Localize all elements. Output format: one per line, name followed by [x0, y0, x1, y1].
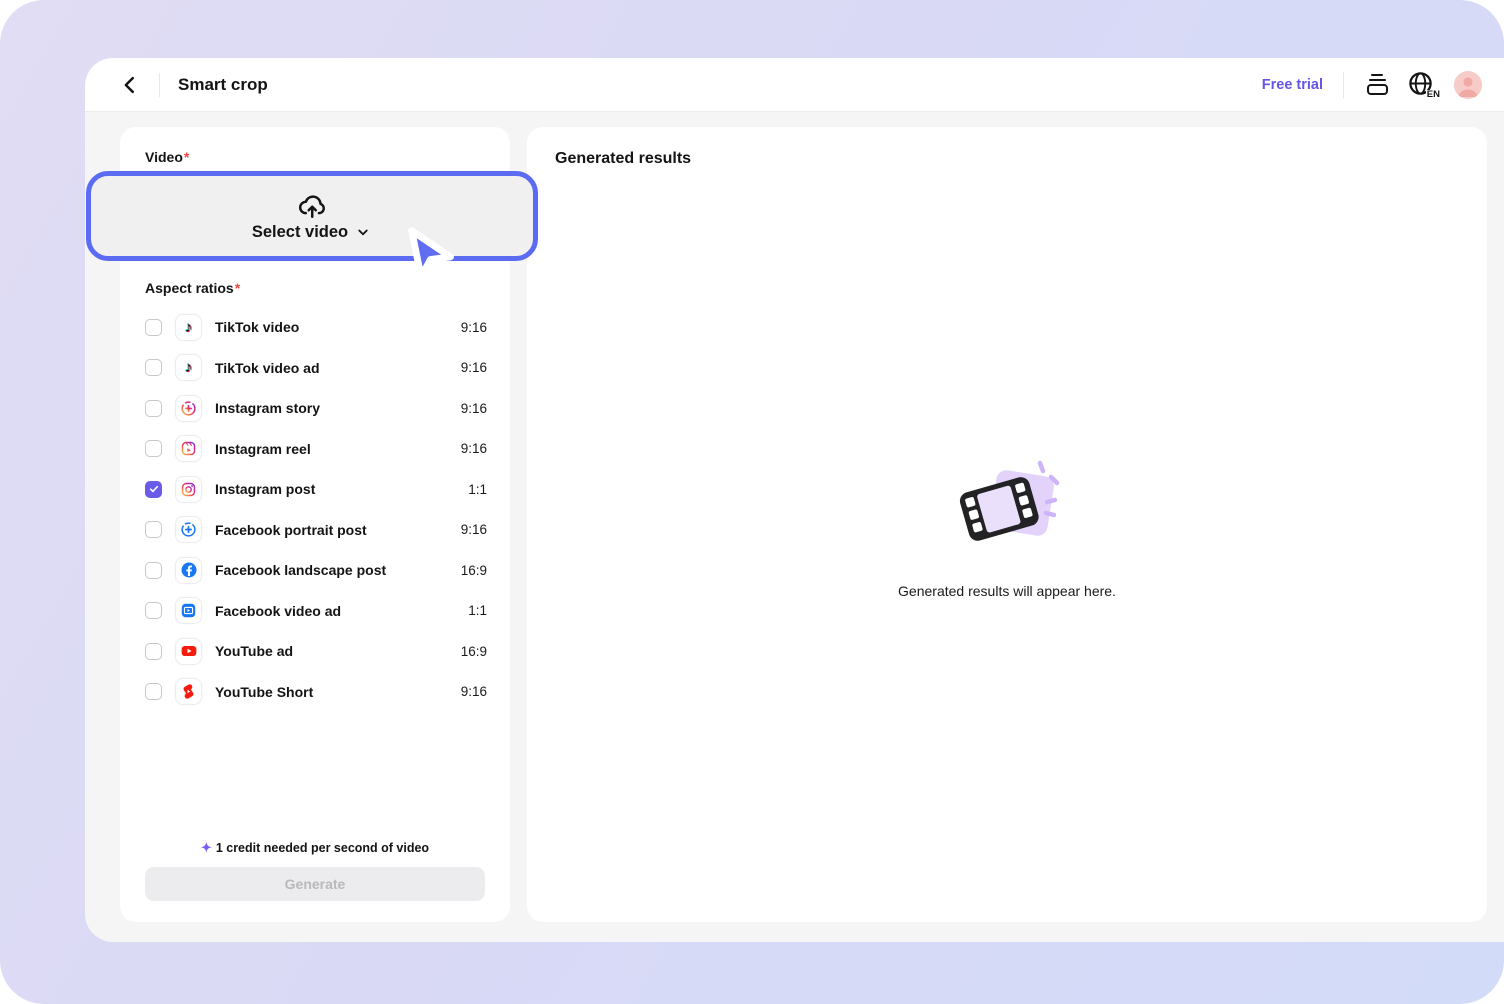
results-panel: Generated results Generated results will…	[527, 127, 1487, 922]
empty-state-text: Generated results will appear here.	[898, 583, 1116, 599]
aspect-ratio-row[interactable]: Instagram reel 9:16	[120, 429, 510, 470]
film-strip-illustration	[959, 460, 1060, 541]
language-selector[interactable]: EN	[1407, 70, 1440, 100]
cloud-upload-icon	[299, 194, 325, 218]
app-window: Smart crop Free trial EN Video* Aspect r…	[85, 58, 1504, 942]
select-video-label: Select video	[251, 222, 349, 241]
checkbox[interactable]	[145, 642, 162, 660]
language-code: EN	[1425, 89, 1440, 100]
avatar[interactable]	[1454, 70, 1482, 99]
results-title: Generated results	[555, 150, 692, 167]
facebook-portrait-icon	[175, 516, 202, 544]
youtube-shorts-icon	[175, 678, 202, 706]
header-divider	[159, 72, 160, 97]
facebook-icon	[175, 556, 202, 584]
aspect-ratio-row[interactable]: Instagram post 1:1	[120, 469, 510, 510]
required-asterisk: *	[234, 280, 241, 296]
youtube-icon	[175, 637, 202, 665]
instagram-story-icon	[175, 394, 202, 422]
sparkle-icon: ✦	[200, 840, 212, 855]
instagram-post-icon	[175, 475, 202, 503]
tiktok-icon: ♪	[175, 354, 202, 382]
checkbox[interactable]	[145, 683, 162, 701]
aspect-ratio-row[interactable]: Facebook landscape post 16:9	[120, 550, 510, 591]
instagram-reel-icon	[175, 435, 202, 463]
chevron-left-icon	[124, 76, 134, 93]
video-field-label: Video*	[145, 149, 190, 165]
page-background: Smart crop Free trial EN Video* Aspect r…	[0, 0, 1504, 1004]
aspect-ratio-row[interactable]: YouTube Short 9:16	[120, 672, 510, 713]
aspect-ratio-row[interactable]: Facebook portrait post 9:16	[120, 510, 510, 551]
aspect-ratio-row[interactable]: YouTube ad 16:9	[120, 631, 510, 672]
page-title: Smart crop	[178, 74, 268, 94]
checkbox[interactable]	[145, 561, 162, 579]
aspect-ratio-row[interactable]: Instagram story 9:16	[120, 388, 510, 429]
aspect-ratio-list: ♪ TikTok video 9:16 ♪ TikTok video ad 9:…	[120, 307, 510, 712]
checkbox[interactable]	[145, 440, 162, 458]
checkbox[interactable]	[145, 359, 162, 377]
back-button[interactable]	[115, 70, 145, 100]
free-trial-link[interactable]: Free trial	[1262, 77, 1323, 93]
generate-button[interactable]: Generate	[145, 867, 485, 901]
task-stack-icon[interactable]	[1364, 72, 1390, 98]
credit-note: ✦ 1 credit needed per second of video	[200, 840, 430, 855]
aspect-ratios-label: Aspect ratios*	[145, 280, 241, 296]
aspect-ratio-row[interactable]: ♪ TikTok video 9:16	[120, 307, 510, 348]
checkbox[interactable]	[145, 480, 162, 498]
checkbox[interactable]	[145, 521, 162, 539]
required-asterisk: *	[183, 149, 190, 165]
facebook-video-icon	[175, 597, 202, 625]
aspect-ratio-row[interactable]: Facebook video ad 1:1	[120, 591, 510, 632]
empty-state: Generated results will appear here.	[527, 457, 1487, 599]
header-right-cluster: Free trial EN	[1262, 70, 1482, 100]
header-bar: Smart crop Free trial EN	[85, 58, 1504, 112]
chevron-down-icon	[358, 229, 368, 236]
checkbox[interactable]	[145, 602, 162, 620]
checkbox[interactable]	[145, 318, 162, 336]
aspect-ratio-row[interactable]: ♪ TikTok video ad 9:16	[120, 348, 510, 389]
select-video-button[interactable]: Select video	[86, 171, 538, 261]
tiktok-icon: ♪	[175, 313, 202, 341]
header-divider-2	[1343, 71, 1344, 98]
checkbox[interactable]	[145, 399, 162, 417]
